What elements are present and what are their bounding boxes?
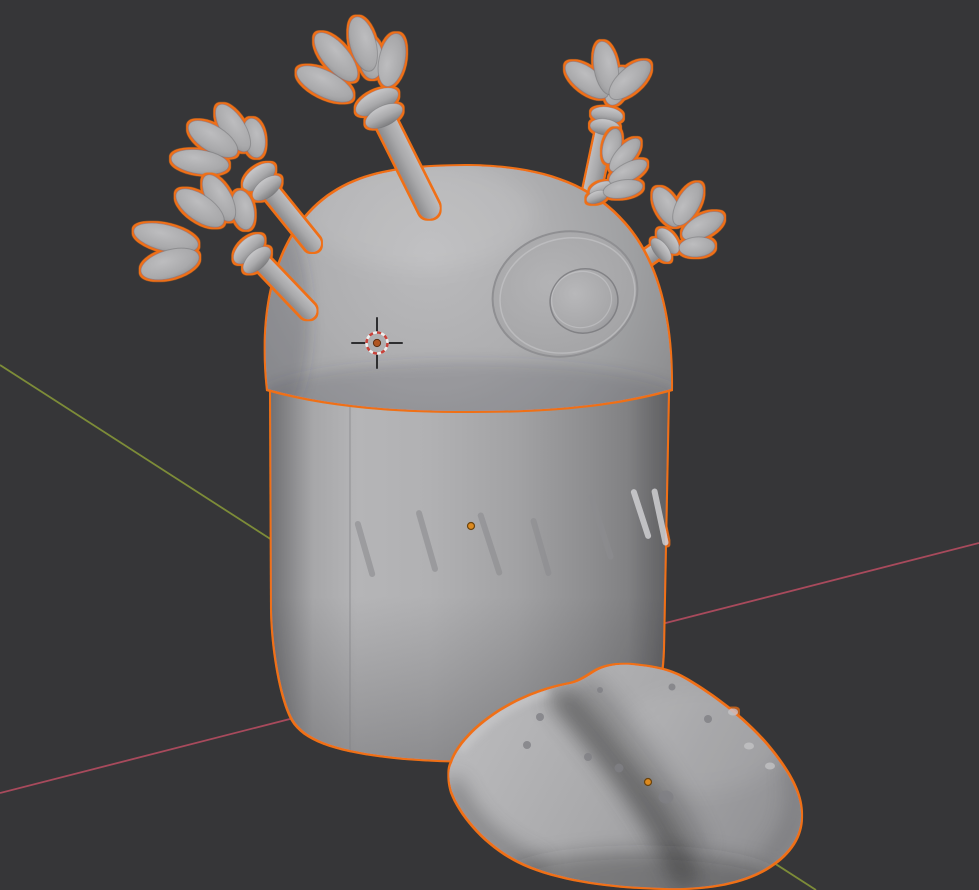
3d-viewport[interactable] [0,0,979,890]
object-origin-dot [466,521,476,531]
object-origin-dot [643,777,653,787]
